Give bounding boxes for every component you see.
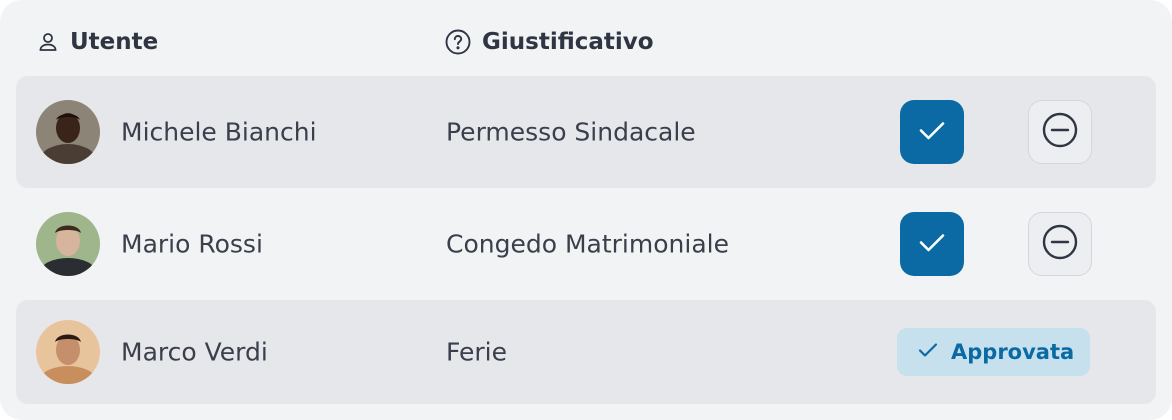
avatar — [36, 320, 100, 384]
requests-card: Utente Giustificativo Michele Bianchi Pe… — [0, 0, 1172, 420]
header-justification: Giustificativo — [444, 24, 654, 60]
check-icon — [916, 226, 948, 262]
status-badge: Approvata — [897, 328, 1091, 376]
help-circle-icon — [444, 28, 472, 56]
approve-button[interactable] — [900, 212, 964, 276]
reject-button[interactable] — [1028, 212, 1092, 276]
table-row: Michele Bianchi Permesso Sindacale — [16, 76, 1156, 188]
check-icon — [916, 114, 948, 150]
avatar — [36, 212, 100, 276]
header-user: Utente — [36, 24, 158, 60]
justification: Congedo Matrimoniale — [446, 229, 729, 259]
user-name: Marco Verdi — [121, 337, 268, 367]
reject-button[interactable] — [1028, 100, 1092, 164]
table-header: Utente Giustificativo — [0, 0, 1172, 76]
user-name: Mario Rossi — [121, 229, 263, 259]
user-icon — [36, 30, 60, 54]
approve-button[interactable] — [900, 100, 964, 164]
justification: Ferie — [446, 337, 507, 367]
table-row: Mario Rossi Congedo Matrimoniale — [16, 188, 1156, 300]
user-name: Michele Bianchi — [121, 117, 317, 147]
avatar — [36, 100, 100, 164]
minus-circle-icon — [1041, 223, 1079, 265]
header-user-label: Utente — [70, 29, 159, 55]
justification: Permesso Sindacale — [446, 117, 696, 147]
check-icon — [917, 339, 939, 366]
header-justification-label: Giustificativo — [482, 29, 654, 55]
minus-circle-icon — [1041, 111, 1079, 153]
status-badge-label: Approvata — [951, 340, 1075, 364]
table-row: Marco Verdi Ferie Approvata — [16, 300, 1156, 404]
